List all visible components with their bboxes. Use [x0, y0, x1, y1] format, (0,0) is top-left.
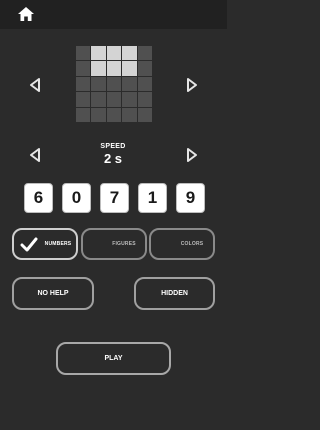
digit-box[interactable]: 1 — [138, 183, 167, 213]
pattern-cell — [91, 76, 106, 92]
digit-box[interactable]: 0 — [62, 183, 91, 213]
mode-figures-button[interactable]: FIGURES — [81, 228, 147, 260]
pattern-cell — [76, 107, 91, 122]
pattern-cell — [122, 107, 137, 122]
hidden-label: HIDDEN — [161, 290, 188, 297]
mode-colors-label: COLORS — [180, 241, 204, 247]
mode-colors-button[interactable]: COLORS — [149, 228, 215, 260]
pattern-cell — [76, 61, 91, 76]
home-button[interactable] — [15, 4, 37, 24]
play-label: PLAY — [104, 355, 123, 362]
pattern-cell — [122, 92, 137, 107]
pattern-cell — [106, 92, 122, 107]
chevron-right-icon — [187, 78, 197, 92]
top-bar — [0, 0, 227, 29]
mode-figures-label: FIGURES — [112, 241, 136, 247]
pattern-cell — [137, 61, 152, 76]
chevron-left-icon — [30, 78, 40, 92]
pattern-cell — [91, 92, 106, 107]
play-button[interactable]: PLAY — [56, 342, 171, 375]
chevron-right-icon — [187, 148, 197, 162]
speed-value: 2 s — [103, 151, 123, 166]
speed-increase-button[interactable] — [182, 145, 202, 165]
checkmark-icon — [20, 237, 38, 252]
pattern-cell — [137, 76, 152, 92]
digit-box[interactable]: 7 — [100, 183, 129, 213]
chevron-left-icon — [30, 148, 40, 162]
digit-box[interactable]: 9 — [176, 183, 205, 213]
no-help-button[interactable]: NO HELP — [12, 277, 94, 310]
no-help-label: NO HELP — [37, 290, 69, 297]
pattern-cell — [106, 107, 122, 122]
pattern-cell — [137, 46, 152, 61]
pattern-cell — [91, 61, 106, 76]
mode-numbers-label: NUMBERS — [44, 241, 72, 247]
pattern-cell — [106, 46, 122, 61]
mode-numbers-button[interactable]: NUMBERS — [12, 228, 78, 260]
pattern-cell — [106, 76, 122, 92]
pattern-cell — [122, 46, 137, 61]
speed-label: SPEED — [100, 143, 126, 150]
pattern-cell — [91, 46, 106, 61]
pattern-grid — [76, 46, 152, 122]
digit-row: 6 0 7 1 9 — [22, 183, 208, 215]
pattern-cell — [76, 92, 91, 107]
hidden-button[interactable]: HIDDEN — [134, 277, 215, 310]
pattern-cell — [122, 61, 137, 76]
speed-decrease-button[interactable] — [25, 145, 45, 165]
pattern-prev-button[interactable] — [25, 75, 45, 95]
digit-box[interactable]: 6 — [24, 183, 53, 213]
pattern-cell — [122, 76, 137, 92]
home-icon — [18, 7, 34, 21]
pattern-cell — [91, 107, 106, 122]
pattern-cell — [137, 107, 152, 122]
pattern-cell — [137, 92, 152, 107]
pattern-cell — [76, 46, 91, 61]
pattern-next-button[interactable] — [182, 75, 202, 95]
pattern-cell — [76, 76, 91, 92]
pattern-cell — [106, 61, 122, 76]
